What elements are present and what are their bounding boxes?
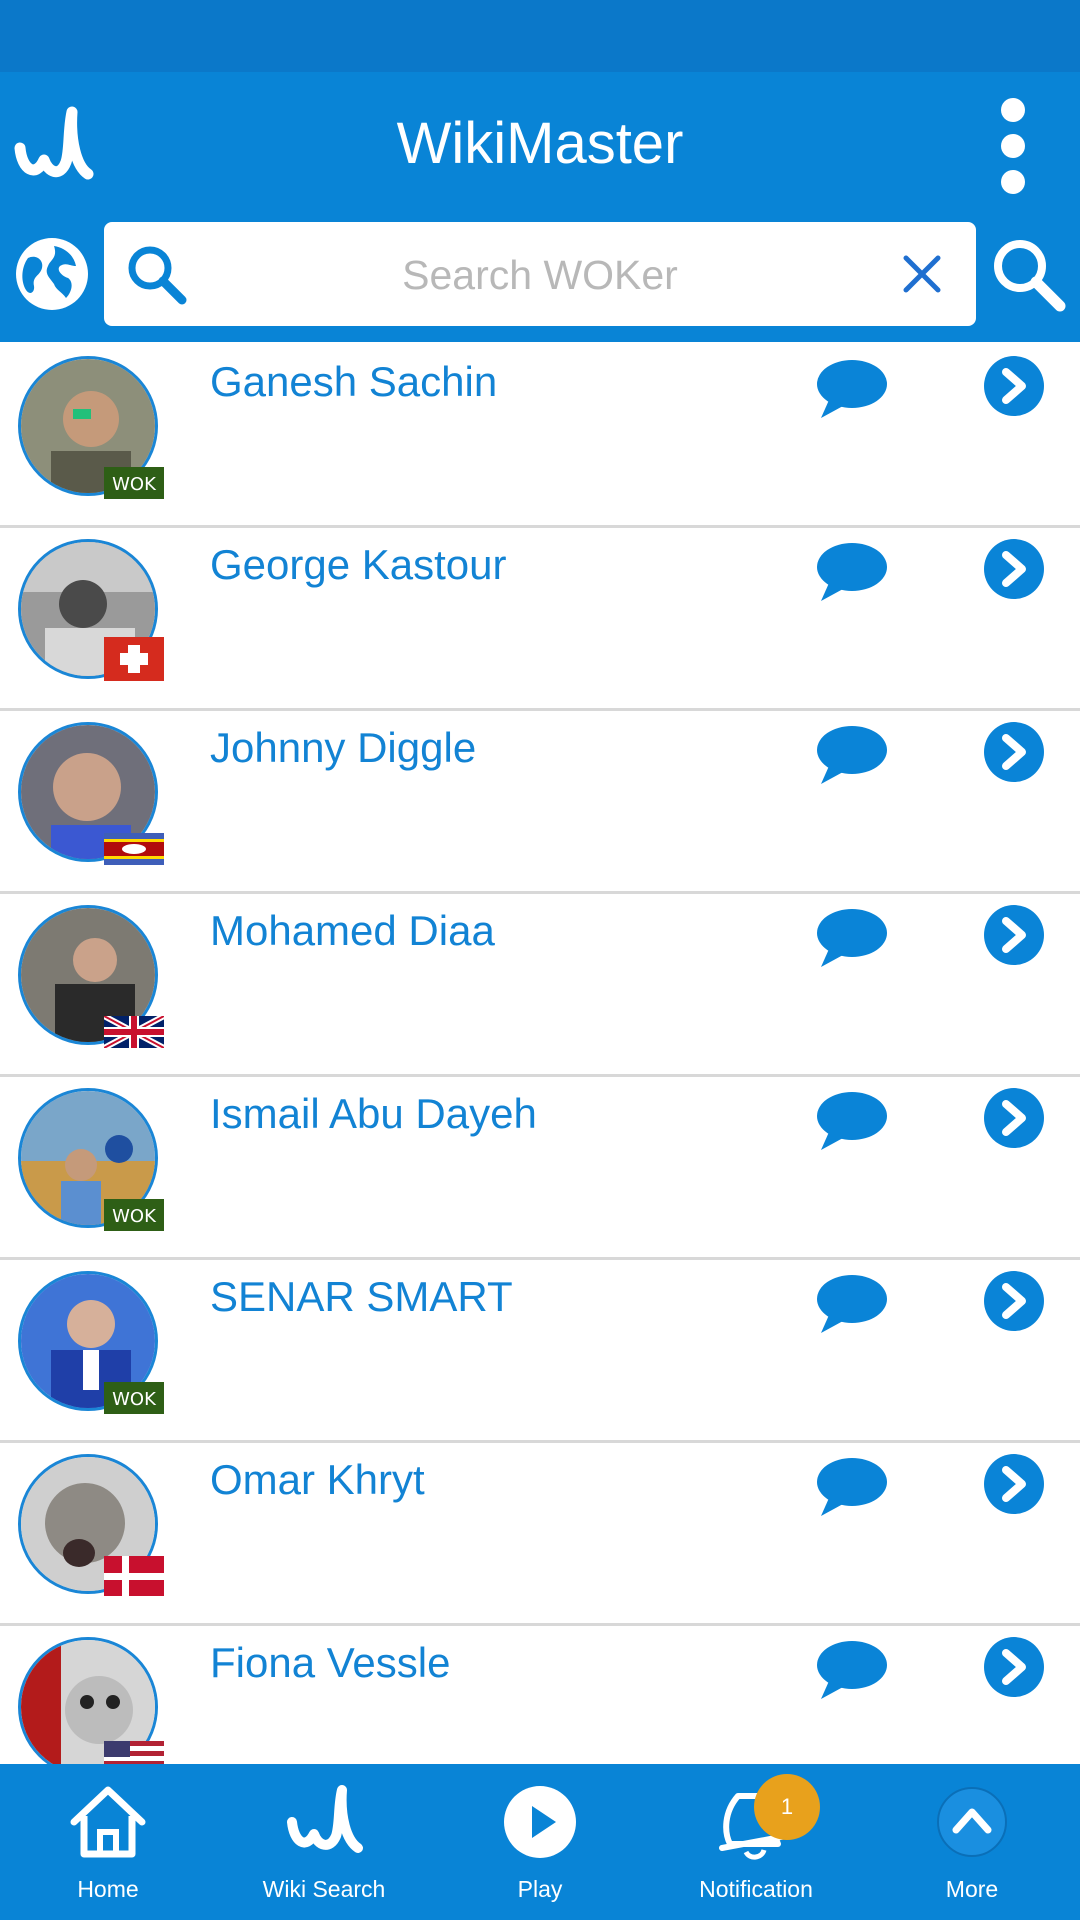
user-name[interactable]: Fiona Vessle [210,1639,450,1687]
wok-badge-icon: WOK [104,1382,164,1414]
nav-more[interactable]: More [864,1764,1080,1920]
globe-icon[interactable] [14,236,90,312]
nav-notification[interactable]: Notification [648,1764,864,1920]
search-button-icon[interactable] [990,236,1066,312]
chevron-right-icon[interactable] [982,1269,1046,1333]
chat-icon[interactable] [815,1271,889,1335]
chat-icon[interactable] [815,722,889,786]
list-item[interactable]: WOK SENAR SMART [0,1257,1080,1443]
nav-notification-label: Notification [699,1876,813,1902]
flag-icon [104,637,164,681]
flag-icon [104,1556,164,1596]
chevron-right-icon[interactable] [982,354,1046,418]
play-icon [504,1786,576,1858]
chat-icon[interactable] [815,539,889,603]
nav-wiki-search-label: Wiki Search [262,1876,386,1902]
list-item[interactable]: WOK Ganesh Sachin [0,342,1080,528]
user-name[interactable]: Johnny Diggle [210,724,476,772]
list-item[interactable]: Omar Khryt [0,1440,1080,1626]
nav-home[interactable]: Home [0,1764,216,1920]
nav-wiki-search[interactable]: Wiki Search [216,1764,432,1920]
flag-icon [104,1016,164,1048]
user-name[interactable]: Omar Khryt [210,1456,425,1504]
list-item[interactable]: WOK Ismail Abu Dayeh [0,1074,1080,1260]
more-options-icon[interactable] [985,96,1041,196]
chevron-right-icon[interactable] [982,1086,1046,1150]
svg-text:WOK: WOK [112,474,157,495]
search-icon [128,246,187,305]
list-item[interactable]: Mohamed Diaa [0,891,1080,1077]
chat-icon[interactable] [815,1637,889,1701]
notification-badge: 1 [754,1774,820,1840]
svg-text:WOK: WOK [112,1206,157,1227]
status-bar [0,0,1080,72]
chevron-right-icon[interactable] [982,720,1046,784]
nav-home-label: Home [77,1876,139,1902]
user-name[interactable]: Ismail Abu Dayeh [210,1090,537,1138]
svg-text:WOK: WOK [112,1389,157,1410]
wok-badge-icon: WOK [104,467,164,499]
chat-icon[interactable] [815,1088,889,1152]
nav-play-label: Play [517,1876,563,1902]
flag-icon [104,1741,164,1764]
search-input[interactable]: Search WOKer [224,252,856,299]
user-name[interactable]: George Kastour [210,541,507,589]
chevron-right-icon[interactable] [982,1635,1046,1699]
chevron-up-icon [937,1787,1007,1857]
user-name[interactable]: Mohamed Diaa [210,907,495,955]
user-name[interactable]: SENAR SMART [210,1273,513,1321]
close-icon[interactable] [898,250,946,298]
bottom-navigation: Home Wiki Search Play Notification More [0,1764,1080,1920]
app-title: WikiMaster [396,111,684,176]
wok-badge-icon: WOK [104,1199,164,1231]
list-item[interactable]: Johnny Diggle [0,708,1080,894]
chat-icon[interactable] [815,1454,889,1518]
nav-play[interactable]: Play [432,1764,648,1920]
chevron-right-icon[interactable] [982,537,1046,601]
user-list: WOK Ganesh Sachin George Kastour Johnny … [0,342,1080,1764]
flag-icon [104,833,164,865]
chat-icon[interactable] [815,356,889,420]
chat-icon[interactable] [815,905,889,969]
chevron-right-icon[interactable] [982,903,1046,967]
home-icon [70,1786,146,1858]
nav-more-label: More [945,1876,999,1902]
user-name[interactable]: Ganesh Sachin [210,358,497,406]
chevron-right-icon[interactable] [982,1452,1046,1516]
list-item[interactable]: George Kastour [0,525,1080,711]
wiki-logo-icon [287,1785,363,1853]
list-item[interactable]: Fiona Vessle [0,1623,1080,1764]
search-bar[interactable]: Search WOKer [104,222,976,326]
